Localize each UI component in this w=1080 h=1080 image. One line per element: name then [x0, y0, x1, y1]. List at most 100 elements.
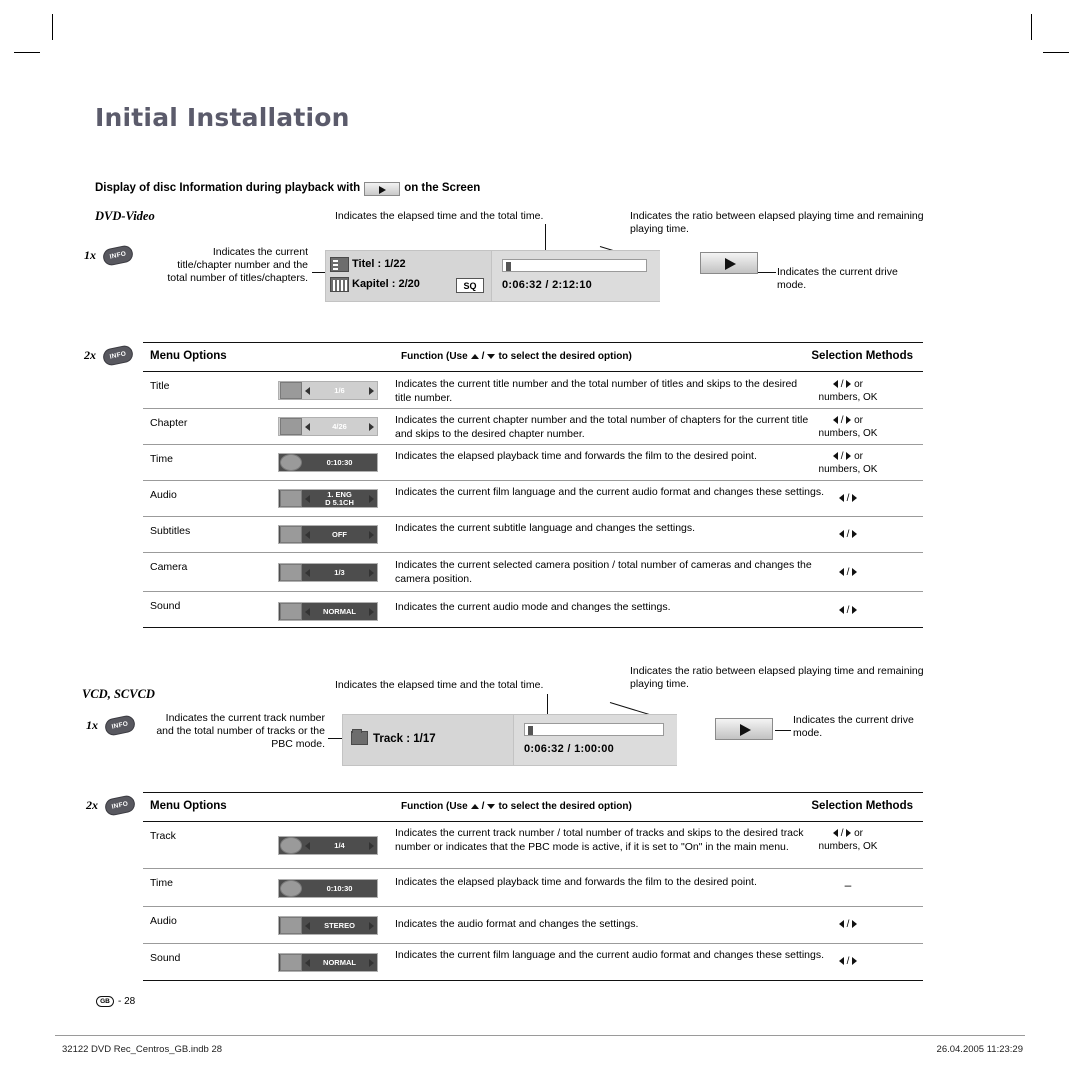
dvd-header-function: Function (Use / to select the desired op… [401, 351, 632, 362]
dvd-osd-chapter-row: Kapitel : 2/20 [352, 278, 420, 290]
disc-icon [280, 837, 302, 854]
info-button-badge-dvd-2x: INFO [101, 344, 135, 367]
vcd-note-left: Indicates the current track number and t… [156, 712, 325, 750]
footer-divider [55, 1035, 1025, 1036]
vcd-row-label-time: Time [150, 877, 173, 889]
dvd-note-left: Indicates the current title/chapter numb… [167, 246, 308, 284]
left-arrow-icon [838, 957, 844, 966]
footer-file-name: 32122 DVD Rec_Centros_GB.indb 28 [62, 1044, 223, 1055]
vcd-chip-sound-value: NORMAL [323, 958, 356, 967]
vcd-row-desc-audio: Indicates the audio format and changes t… [395, 918, 639, 930]
right-arrow-icon [846, 452, 852, 461]
right-arrow-icon [846, 829, 852, 838]
table-row: Audio 1. ENG D 5.1CH Indicates the curre… [143, 481, 923, 517]
leader-line-vcd-drive [775, 730, 791, 731]
leader-line-dvd-drive [758, 272, 776, 273]
left-arrow-icon [832, 452, 838, 461]
vcd-osd-timecode: 0:06:32 / 1:00:00 [524, 743, 615, 755]
table-row: Title 1/6 Indicates the current title nu… [143, 372, 923, 409]
vcd-header-menu-options: Menu Options [150, 800, 227, 812]
dvd-chip-time-value: 0:10:30 [326, 458, 353, 467]
vcd-osd-left-column: Track : 1/17 [343, 715, 513, 765]
vcd-chip-track-value: 1/4 [334, 841, 345, 850]
dvd-osd-right-column: 0:06:32 / 2:12:10 [491, 251, 660, 301]
clock-icon [280, 880, 302, 897]
table-row: Camera 1/3 Indicates the current selecte… [143, 553, 923, 592]
table-row: Track 1/4 Indicates the current track nu… [143, 822, 923, 869]
dvd-drive-mode-button [700, 252, 758, 274]
vcd-osd-track-row: Track : 1/17 [373, 733, 436, 745]
vcd-chip-audio-value: STEREO [324, 921, 355, 930]
crop-mark-left [14, 52, 40, 53]
right-arrow-icon [846, 380, 852, 389]
gb-badge: GB [96, 996, 114, 1007]
dvd-chip-audio-format: D 5.1CH [325, 497, 354, 507]
left-arrow-icon [838, 920, 844, 929]
dvd-press-1x-label: 1x [84, 248, 96, 262]
right-arrow-icon [852, 530, 858, 539]
vcd-menu-options-table: Menu Options Function (Use / to select t… [143, 792, 923, 981]
right-arrow-icon [369, 568, 374, 577]
dvd-osd-progress-knob [506, 262, 511, 271]
vcd-row-selection-audio: / [773, 918, 923, 931]
vcd-sel-or-track: or [854, 828, 864, 839]
dvd-row-label-chapter: Chapter [150, 417, 188, 429]
slash-9: / [481, 801, 485, 812]
dvd-row-desc-subtitles: Indicates the current subtitle language … [395, 522, 696, 534]
page-footer-number: GB - 28 [96, 996, 135, 1007]
dvd-sel-or-chapter: or [854, 415, 864, 426]
vcd-note-center: Indicates the elapsed time and the total… [335, 679, 544, 691]
crop-mark-top-left [52, 14, 53, 40]
dvd-row-desc-camera: Indicates the current selected camera po… [395, 559, 812, 585]
dvd-sel-numbers-title: numbers, OK [818, 392, 878, 403]
left-arrow-icon [838, 530, 844, 539]
dvd-row-label-title: Title [150, 380, 170, 392]
dvd-osd-progress-bar [502, 259, 647, 272]
dvd-chip-audio-value: 1. ENG D 5.1CH [310, 490, 369, 507]
crop-mark-right [1043, 52, 1069, 53]
dvd-section-label: DVD-Video [95, 209, 155, 223]
speaker-icon [280, 490, 302, 507]
dvd-row-label-sound: Sound [150, 600, 181, 612]
dvd-chip-sound-value: NORMAL [323, 607, 356, 616]
right-arrow-icon [369, 841, 374, 850]
vcd-press-1x-label: 1x [86, 718, 98, 732]
camera-icon [280, 564, 302, 581]
dvd-sel-numbers-chapter: numbers, OK [818, 428, 878, 439]
left-arrow-icon [838, 568, 844, 577]
dvd-row-selection-camera: / [773, 566, 923, 579]
vcd-osd-progress-knob [528, 726, 533, 735]
vcd-section-label: VCD, SCVCD [82, 687, 155, 701]
dvd-row-selection-audio: / [773, 492, 923, 505]
disc-icon [280, 382, 302, 399]
section-subheading: Display of disc Information during playb… [95, 181, 481, 196]
left-arrow-icon [838, 606, 844, 615]
left-arrow-icon [838, 494, 844, 503]
manual-page: Initial Installation Display of disc Inf… [0, 0, 1080, 1080]
vcd-chip-time-value: 0:10:30 [326, 884, 353, 893]
dvd-sel-or-title: or [854, 379, 864, 390]
clock-icon [280, 454, 302, 471]
dvd-row-selection-time: / or numbers, OK [773, 450, 923, 476]
right-arrow-icon [369, 494, 374, 503]
dvd-row-selection-chapter: / or numbers, OK [773, 414, 923, 440]
right-arrow-icon [852, 606, 858, 615]
vcd-row-desc-sound: Indicates the current film language and … [395, 949, 825, 961]
vcd-press-2x-label: 2x [86, 798, 98, 812]
dvd-row-label-camera: Camera [150, 561, 188, 573]
dvd-chip-subtitles-value: OFF [332, 530, 347, 539]
vcd-note-right: Indicates the ratio between elapsed play… [630, 665, 924, 690]
dvd-row-desc-time: Indicates the elapsed playback time and … [395, 450, 757, 462]
up-arrow-icon [470, 354, 479, 359]
sound-icon [280, 954, 302, 971]
dvd-chip-sound: NORMAL [278, 602, 378, 621]
dvd-row-desc-title: Indicates the current title number and t… [395, 378, 798, 404]
page-title: Initial Installation [95, 103, 350, 132]
footer-timestamp: 26.04.2005 11:23:29 [936, 1044, 1023, 1055]
vcd-drive-mode-button [715, 718, 773, 740]
table-row: Time 0:10:30 Indicates the elapsed playb… [143, 869, 923, 907]
subheading-text-after: on the Screen [404, 182, 481, 194]
right-arrow-icon [846, 416, 852, 425]
film-strip-icon [280, 418, 302, 435]
dvd-osd-left-column: Titel : 1/22 Kapitel : 2/20 SQ [326, 251, 491, 301]
